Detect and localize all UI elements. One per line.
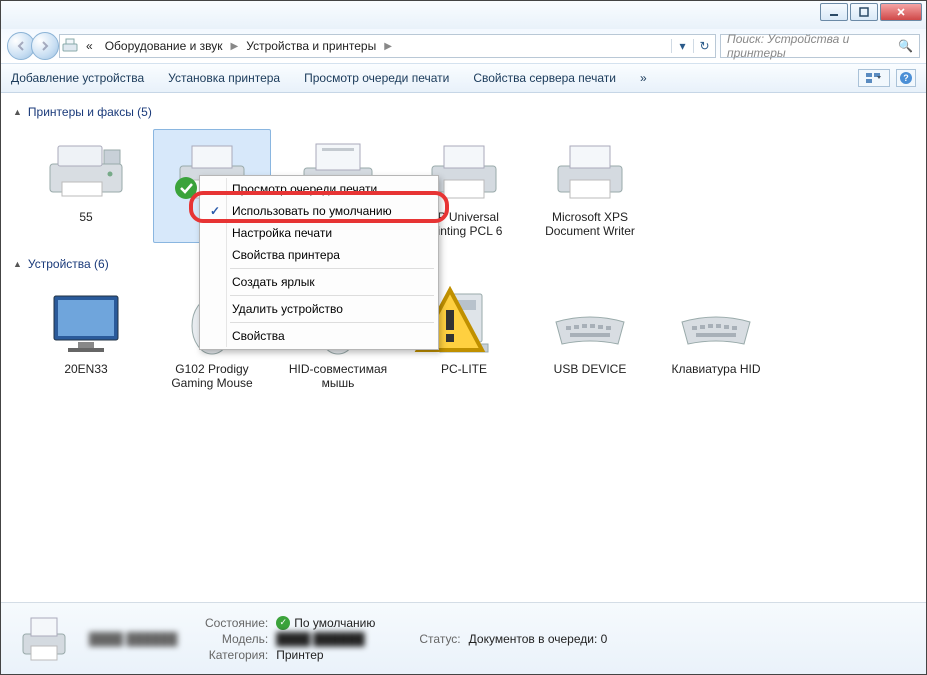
item-label: 20EN33 — [64, 362, 107, 376]
item-label: G102 Prodigy Gaming Mouse — [158, 362, 266, 390]
breadcrumb-devices-printers[interactable]: Устройства и принтеры — [240, 35, 382, 57]
item-label: USB DEVICE — [554, 362, 627, 376]
details-state-value: ✓По умолчанию — [276, 616, 375, 630]
ctx-print-prefs[interactable]: Настройка печати — [202, 222, 436, 244]
titlebar — [1, 1, 926, 29]
device-item[interactable]: Клавиатура HID — [657, 281, 775, 395]
ctx-properties[interactable]: Свойства — [202, 325, 436, 347]
chevron-right-icon: ▶ — [382, 41, 394, 52]
details-status-label: Статус: — [419, 632, 460, 646]
ctx-set-default[interactable]: ✓Использовать по умолчанию — [202, 200, 436, 222]
checkmark-icon: ✓ — [210, 204, 220, 218]
search-input[interactable]: Поиск: Устройства и принтеры 🔍 — [720, 34, 920, 58]
search-placeholder: Поиск: Устройства и принтеры — [727, 32, 898, 60]
help-button[interactable]: ? — [896, 69, 916, 87]
keyboard-icon — [542, 286, 638, 358]
details-model-value: ████ ██████ — [276, 632, 375, 646]
details-state-label: Состояние: — [205, 616, 268, 630]
item-label: Microsoft XPS Document Writer — [536, 210, 644, 238]
item-label: 55 — [79, 210, 92, 224]
collapse-arrow-icon: ▲ — [13, 259, 22, 269]
add-device-button[interactable]: Добавление устройства — [11, 71, 144, 85]
content-area: ▲ Принтеры и факсы (5) 55 — [1, 93, 926, 602]
minimize-button[interactable] — [820, 3, 848, 21]
group-header-devices[interactable]: ▲ Устройства (6) — [13, 253, 914, 275]
details-category-value: Принтер — [276, 648, 375, 662]
collapse-arrow-icon: ▲ — [13, 107, 22, 117]
group-header-printers[interactable]: ▲ Принтеры и факсы (5) — [13, 101, 914, 123]
chevron-right-icon: ▶ — [229, 41, 241, 52]
svg-text:?: ? — [903, 73, 909, 83]
printer-item[interactable]: Microsoft XPS Document Writer — [531, 129, 649, 243]
item-label: Клавиатура HID — [672, 362, 761, 376]
details-category-label: Категория: — [205, 648, 268, 662]
monitor-icon — [38, 286, 134, 358]
print-server-properties-button[interactable]: Свойства сервера печати — [473, 71, 616, 85]
toolbar: Добавление устройства Установка принтера… — [1, 63, 926, 93]
details-model-label: Модель: — [205, 632, 268, 646]
dropdown-chevron-icon[interactable]: ▾ — [671, 39, 693, 53]
item-label: HID-совместимая мышь — [284, 362, 392, 390]
search-icon: 🔍 — [898, 39, 913, 53]
more-button[interactable]: » — [640, 71, 647, 85]
details-device-name: ████ ██████ — [89, 632, 189, 646]
devices-icon — [60, 36, 80, 56]
ctx-printer-props[interactable]: Свойства принтера — [202, 244, 436, 266]
ctx-view-queue[interactable]: Просмотр очереди печати — [202, 178, 436, 200]
ctx-create-shortcut[interactable]: Создать ярлык — [202, 271, 436, 293]
address-row: « Оборудование и звук ▶ Устройства и при… — [1, 29, 926, 63]
group-title: Принтеры и факсы (5) — [28, 105, 152, 119]
printer-item[interactable]: 55 — [27, 129, 145, 243]
details-status-value: Документов в очереди: 0 — [469, 632, 608, 646]
item-label: PC-LITE — [441, 362, 487, 376]
group-title: Устройства (6) — [28, 257, 109, 271]
device-item[interactable]: 20EN33 — [27, 281, 145, 395]
address-bar[interactable]: « Оборудование и звук ▶ Устройства и при… — [59, 34, 716, 58]
view-print-queue-button[interactable]: Просмотр очереди печати — [304, 71, 449, 85]
check-circle-icon: ✓ — [276, 616, 290, 630]
maximize-button[interactable] — [850, 3, 878, 21]
printer-icon — [542, 134, 638, 206]
device-item[interactable]: USB DEVICE — [531, 281, 649, 395]
forward-button[interactable] — [31, 32, 59, 60]
details-pane: ████ ██████ Состояние: ✓По умолчанию Мод… — [1, 602, 926, 674]
ctx-remove-device[interactable]: Удалить устройство — [202, 298, 436, 320]
breadcrumb-prefix: « — [80, 35, 99, 57]
view-mode-button[interactable] — [858, 69, 890, 87]
context-menu: Просмотр очереди печати ✓Использовать по… — [199, 175, 439, 350]
close-button[interactable] — [880, 3, 922, 21]
fax-printer-icon — [38, 134, 134, 206]
refresh-button[interactable]: ↻ — [693, 39, 715, 53]
add-printer-button[interactable]: Установка принтера — [168, 71, 280, 85]
printer-icon — [15, 610, 73, 668]
breadcrumb-hardware-sound[interactable]: Оборудование и звук — [99, 35, 229, 57]
keyboard-icon — [668, 286, 764, 358]
